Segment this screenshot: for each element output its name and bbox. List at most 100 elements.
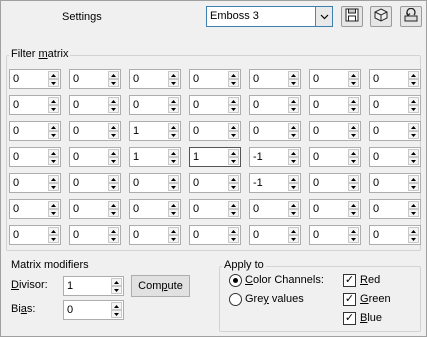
matrix-cell-spinbox[interactable]: 0 <box>129 69 181 89</box>
matrix-cell-spin-arrows[interactable] <box>48 175 59 191</box>
spin-down-icon[interactable] <box>48 105 59 113</box>
matrix-cell-spinbox[interactable]: 0 <box>69 225 121 245</box>
matrix-cell-spin-arrows[interactable] <box>108 201 119 217</box>
spin-down-icon[interactable] <box>108 209 119 217</box>
spin-down-icon[interactable] <box>408 209 419 217</box>
spin-down-icon[interactable] <box>408 235 419 243</box>
spin-down-icon[interactable] <box>288 157 299 165</box>
spin-down-icon[interactable] <box>288 235 299 243</box>
spin-down-icon[interactable] <box>168 209 179 217</box>
spin-down-icon[interactable] <box>408 105 419 113</box>
matrix-cell-spin-arrows[interactable] <box>288 149 299 165</box>
matrix-cell-spinbox[interactable]: -1 <box>249 147 301 167</box>
matrix-cell-spin-arrows[interactable] <box>348 227 359 243</box>
spin-up-icon[interactable] <box>108 97 119 105</box>
load-preset-button[interactable] <box>370 6 392 27</box>
spin-up-icon[interactable] <box>48 149 59 157</box>
matrix-cell-spinbox[interactable]: 0 <box>189 225 241 245</box>
matrix-cell-spin-arrows[interactable] <box>288 175 299 191</box>
matrix-cell-spinbox[interactable]: 0 <box>189 95 241 115</box>
matrix-cell-spinbox[interactable]: 0 <box>69 147 121 167</box>
green-checkbox[interactable]: ✓ <box>343 293 356 306</box>
spin-down-icon[interactable] <box>348 209 359 217</box>
spin-up-icon[interactable] <box>111 302 122 310</box>
matrix-cell-spin-arrows[interactable] <box>288 123 299 139</box>
matrix-cell-spinbox[interactable]: 0 <box>9 199 61 219</box>
spin-down-icon[interactable] <box>168 105 179 113</box>
matrix-cell-spin-arrows[interactable] <box>48 97 59 113</box>
blue-label[interactable]: Blue <box>360 312 382 324</box>
matrix-cell-spin-arrows[interactable] <box>228 175 239 191</box>
matrix-cell-spinbox[interactable]: 1 <box>189 147 241 167</box>
spin-up-icon[interactable] <box>168 149 179 157</box>
matrix-cell-spinbox[interactable]: 0 <box>129 225 181 245</box>
spin-up-icon[interactable] <box>48 201 59 209</box>
spin-up-icon[interactable] <box>288 149 299 157</box>
matrix-cell-spinbox[interactable]: 0 <box>369 121 421 141</box>
spin-up-icon[interactable] <box>408 149 419 157</box>
matrix-cell-spinbox[interactable]: 0 <box>309 147 361 167</box>
spin-up-icon[interactable] <box>408 123 419 131</box>
matrix-cell-spin-arrows[interactable] <box>108 97 119 113</box>
matrix-cell-spin-arrows[interactable] <box>288 227 299 243</box>
matrix-cell-spin-arrows[interactable] <box>228 149 239 165</box>
matrix-cell-spinbox[interactable]: 0 <box>189 199 241 219</box>
matrix-cell-spinbox[interactable]: 1 <box>129 147 181 167</box>
spin-up-icon[interactable] <box>348 149 359 157</box>
matrix-cell-spin-arrows[interactable] <box>168 175 179 191</box>
matrix-cell-spinbox[interactable]: 0 <box>309 225 361 245</box>
spin-up-icon[interactable] <box>408 201 419 209</box>
spin-down-icon[interactable] <box>348 157 359 165</box>
spin-up-icon[interactable] <box>348 97 359 105</box>
matrix-cell-spin-arrows[interactable] <box>168 97 179 113</box>
spin-down-icon[interactable] <box>408 79 419 87</box>
spin-down-icon[interactable] <box>168 157 179 165</box>
matrix-cell-spinbox[interactable]: 0 <box>309 121 361 141</box>
matrix-cell-spinbox[interactable]: -1 <box>249 173 301 193</box>
spin-up-icon[interactable] <box>108 123 119 131</box>
spin-up-icon[interactable] <box>228 201 239 209</box>
matrix-cell-spin-arrows[interactable] <box>288 201 299 217</box>
matrix-cell-spinbox[interactable]: 0 <box>129 199 181 219</box>
spin-down-icon[interactable] <box>168 79 179 87</box>
save-preset-button[interactable] <box>341 6 363 27</box>
matrix-cell-spinbox[interactable]: 0 <box>9 225 61 245</box>
spin-down-icon[interactable] <box>228 209 239 217</box>
red-checkbox[interactable]: ✓ <box>343 274 356 287</box>
matrix-cell-spinbox[interactable]: 0 <box>129 173 181 193</box>
spin-down-icon[interactable] <box>228 157 239 165</box>
matrix-cell-spin-arrows[interactable] <box>168 123 179 139</box>
divisor-spinbox[interactable]: 1 <box>63 276 124 296</box>
matrix-cell-spinbox[interactable]: 0 <box>249 121 301 141</box>
matrix-cell-spin-arrows[interactable] <box>348 201 359 217</box>
spin-up-icon[interactable] <box>228 97 239 105</box>
spin-up-icon[interactable] <box>228 71 239 79</box>
spin-up-icon[interactable] <box>48 71 59 79</box>
matrix-cell-spinbox[interactable]: 0 <box>9 95 61 115</box>
matrix-cell-spin-arrows[interactable] <box>348 97 359 113</box>
spin-down-icon[interactable] <box>288 209 299 217</box>
spin-up-icon[interactable] <box>111 278 122 286</box>
matrix-cell-spin-arrows[interactable] <box>288 71 299 87</box>
matrix-cell-spinbox[interactable]: 0 <box>249 69 301 89</box>
matrix-cell-spinbox[interactable]: 0 <box>129 95 181 115</box>
spin-up-icon[interactable] <box>48 123 59 131</box>
spin-up-icon[interactable] <box>288 175 299 183</box>
spin-down-icon[interactable] <box>348 79 359 87</box>
spin-up-icon[interactable] <box>228 149 239 157</box>
matrix-cell-spin-arrows[interactable] <box>408 97 419 113</box>
matrix-cell-spinbox[interactable]: 0 <box>249 199 301 219</box>
matrix-cell-spin-arrows[interactable] <box>48 123 59 139</box>
matrix-cell-spin-arrows[interactable] <box>48 71 59 87</box>
matrix-cell-spinbox[interactable]: 0 <box>69 95 121 115</box>
matrix-cell-spin-arrows[interactable] <box>108 227 119 243</box>
spin-up-icon[interactable] <box>168 227 179 235</box>
spin-up-icon[interactable] <box>48 175 59 183</box>
matrix-cell-spin-arrows[interactable] <box>408 201 419 217</box>
spin-down-icon[interactable] <box>168 131 179 139</box>
spin-up-icon[interactable] <box>408 227 419 235</box>
matrix-cell-spinbox[interactable]: 0 <box>369 225 421 245</box>
matrix-cell-spin-arrows[interactable] <box>168 201 179 217</box>
spin-down-icon[interactable] <box>108 131 119 139</box>
matrix-cell-spin-arrows[interactable] <box>228 71 239 87</box>
